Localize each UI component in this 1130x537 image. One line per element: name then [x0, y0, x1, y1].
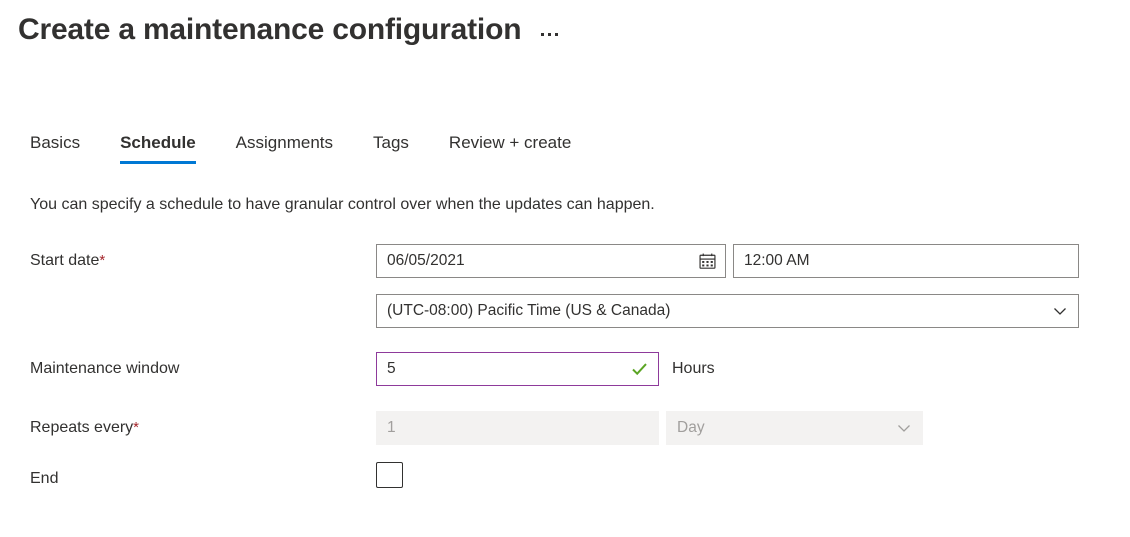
repeats-every-controls: 1 Day: [376, 411, 923, 445]
chevron-down-icon[interactable]: [1051, 302, 1069, 320]
create-maintenance-configuration-blade: Create a maintenance configuration Basic…: [0, 0, 1130, 537]
tab-basics[interactable]: Basics: [30, 133, 102, 164]
end-controls: [376, 462, 403, 488]
repeats-every-label: Repeats every*: [0, 411, 376, 445]
start-date-label-text: Start date: [30, 252, 100, 269]
end-row: End: [0, 462, 1130, 496]
timezone-label-spacer: [0, 294, 376, 328]
repeats-every-number-value: 1: [387, 419, 396, 436]
repeats-every-unit-value: Day: [677, 419, 705, 436]
start-date-label: Start date*: [0, 244, 376, 278]
page-title: Create a maintenance configuration: [18, 13, 522, 46]
maintenance-window-value: 5: [387, 360, 396, 377]
start-time-input[interactable]: 12:00 AM: [733, 244, 1079, 278]
tab-tags[interactable]: Tags: [373, 133, 431, 164]
calendar-icon[interactable]: [699, 253, 716, 270]
start-date-value: 06/05/2021: [387, 252, 465, 269]
title-row: Create a maintenance configuration: [18, 8, 562, 52]
schedule-form: Start date* 06/05/2021 12:00 AM (UTC-08:…: [0, 244, 1130, 496]
timezone-value: (UTC-08:00) Pacific Time (US & Canada): [387, 302, 671, 319]
required-asterisk: *: [99, 252, 106, 269]
ellipsis-dot-icon: [548, 32, 552, 36]
timezone-dropdown[interactable]: (UTC-08:00) Pacific Time (US & Canada): [376, 294, 1079, 328]
end-checkbox[interactable]: [376, 462, 403, 488]
start-time-value: 12:00 AM: [744, 252, 810, 269]
tab-review-create[interactable]: Review + create: [449, 133, 593, 164]
ellipsis-dot-icon: [541, 32, 545, 36]
more-options-button[interactable]: [537, 27, 562, 42]
end-label: End: [30, 470, 59, 487]
repeats-every-unit-dropdown[interactable]: Day: [666, 411, 923, 445]
maintenance-window-input[interactable]: 5: [376, 352, 659, 386]
repeats-every-row: Repeats every* 1 Day: [0, 411, 1130, 445]
repeats-every-label-text: Repeats every: [30, 419, 134, 436]
tab-assignments[interactable]: Assignments: [236, 133, 355, 164]
maintenance-window-label: Maintenance window: [30, 360, 180, 377]
start-date-input[interactable]: 06/05/2021: [376, 244, 726, 278]
ellipsis-dot-icon: [555, 32, 559, 36]
checkmark-icon: [630, 360, 649, 379]
maintenance-window-controls: 5 Hours: [376, 352, 715, 386]
timezone-row: (UTC-08:00) Pacific Time (US & Canada): [0, 294, 1130, 328]
schedule-description: You can specify a schedule to have granu…: [30, 196, 655, 213]
required-asterisk: *: [133, 419, 140, 436]
wizard-tablist: Basics Schedule Assignments Tags Review …: [30, 133, 593, 164]
chevron-down-icon[interactable]: [895, 419, 913, 437]
maintenance-window-row: Maintenance window 5 Hours: [0, 352, 1130, 386]
repeats-every-number-input[interactable]: 1: [376, 411, 659, 445]
start-date-controls: 06/05/2021 12:00 AM: [376, 244, 1079, 278]
start-date-row: Start date* 06/05/2021 12:00 AM: [0, 244, 1130, 278]
timezone-controls: (UTC-08:00) Pacific Time (US & Canada): [376, 294, 1079, 328]
tab-schedule[interactable]: Schedule: [120, 133, 218, 164]
maintenance-window-unit-label: Hours: [672, 360, 715, 377]
